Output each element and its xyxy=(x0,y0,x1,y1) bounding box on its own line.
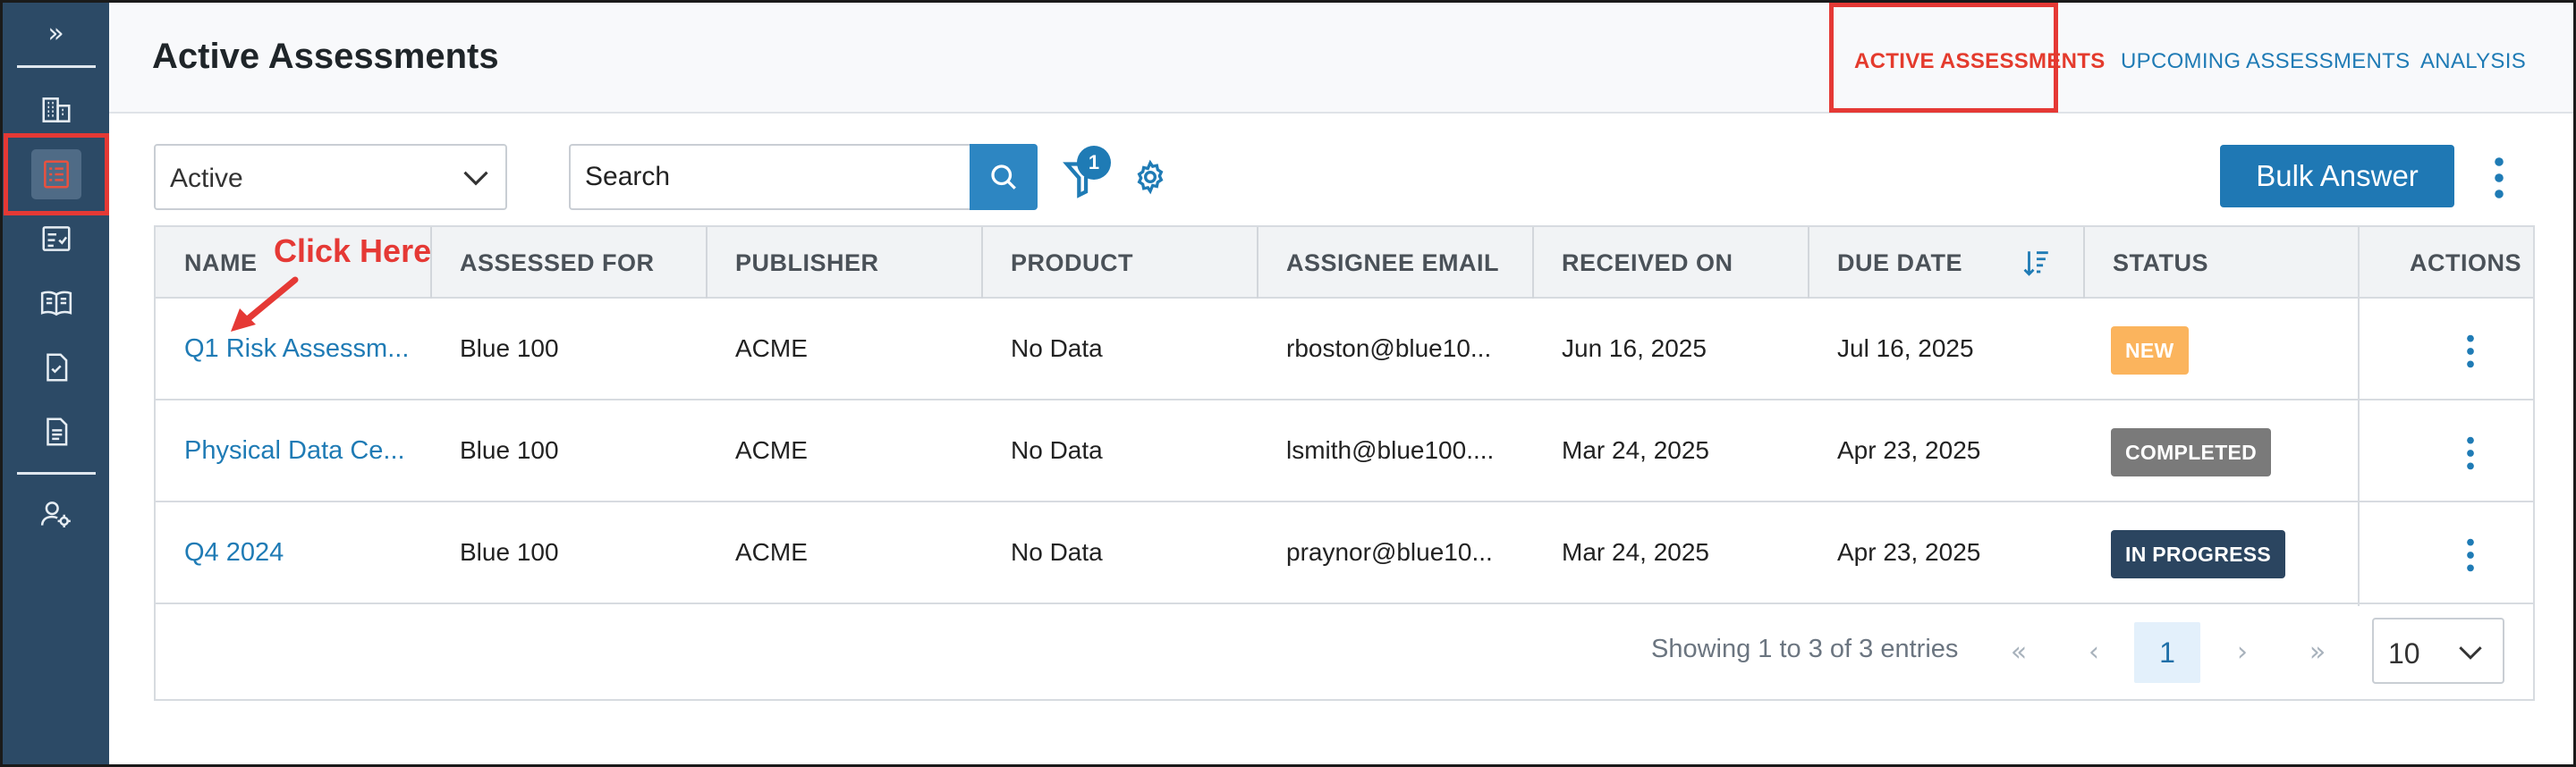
page-title: Active Assessments xyxy=(152,37,499,76)
row-actions-icon[interactable] xyxy=(2463,535,2478,576)
first-page-button[interactable]: « xyxy=(1998,622,2039,683)
assignee-email-cell: praynor@blue10... xyxy=(1286,538,1493,566)
document-check-icon xyxy=(46,353,67,382)
tab-upcoming-assessments[interactable]: UPCOMING ASSESSMENTS xyxy=(2121,49,2410,74)
table-row: Q4 2024 Blue 100 ACME No Data praynor@bl… xyxy=(156,502,2533,604)
received-on-cell: Mar 24, 2025 xyxy=(1562,538,1709,566)
tab-analysis[interactable]: ANALYSIS xyxy=(2420,49,2526,74)
building-icon xyxy=(41,97,71,122)
checklist-icon xyxy=(41,226,71,251)
sidebar: » xyxy=(3,3,109,764)
chevron-down-icon xyxy=(463,171,488,186)
page-size-value: 10 xyxy=(2388,637,2420,670)
column-header-assessed-for[interactable]: ASSESSED FOR xyxy=(431,227,655,299)
sidebar-divider xyxy=(17,472,96,475)
due-date-cell: Apr 23, 2025 xyxy=(1837,538,1981,566)
assessed-for-cell: Blue 100 xyxy=(460,334,559,362)
column-header-product[interactable]: PRODUCT xyxy=(982,227,1133,299)
open-book-icon xyxy=(40,291,72,316)
page-header: Active Assessments ACTIVE ASSESSMENTS UP… xyxy=(109,3,2573,114)
assignee-email-cell: rboston@blue10... xyxy=(1286,334,1492,362)
filter-count-badge: 1 xyxy=(1077,146,1111,180)
column-header-publisher[interactable]: PUBLISHER xyxy=(707,227,879,299)
sidebar-item-organizations[interactable] xyxy=(3,85,109,135)
column-header-due-date[interactable]: DUE DATE xyxy=(1809,227,1962,299)
sidebar-item-tasks[interactable] xyxy=(3,342,109,392)
status-filter-select[interactable]: Active xyxy=(154,144,507,210)
chevron-down-icon xyxy=(2459,646,2482,660)
assessed-for-cell: Blue 100 xyxy=(460,538,559,566)
assignee-email-cell: lsmith@blue100.... xyxy=(1286,436,1495,464)
annotation-arrow-icon xyxy=(231,276,299,332)
expand-sidebar-icon[interactable]: » xyxy=(3,12,109,56)
gear-icon[interactable] xyxy=(1132,159,1168,195)
page-button-current[interactable]: 1 xyxy=(2134,622,2200,683)
status-filter-value: Active xyxy=(170,164,243,193)
status-badge: NEW xyxy=(2111,326,2189,375)
publisher-cell: ACME xyxy=(735,436,808,464)
column-header-status[interactable]: STATUS xyxy=(2084,227,2208,299)
sidebar-highlight-box xyxy=(4,133,109,215)
status-badge: IN PROGRESS xyxy=(2111,530,2286,578)
status-badge: COMPLETED xyxy=(2111,428,2272,476)
row-actions-icon[interactable] xyxy=(2463,331,2478,372)
document-icon xyxy=(46,417,67,446)
row-actions-icon[interactable] xyxy=(2463,433,2478,474)
bulk-answer-button[interactable]: Bulk Answer xyxy=(2220,145,2454,207)
assessment-name-link[interactable]: Q4 2024 xyxy=(156,502,415,603)
publisher-cell: ACME xyxy=(735,538,808,566)
table-header-row: NAME ASSESSED FOR PUBLISHER PRODUCT ASSI… xyxy=(156,227,2533,299)
sidebar-item-library[interactable] xyxy=(3,278,109,328)
next-page-button[interactable]: › xyxy=(2222,622,2263,683)
user-settings-icon xyxy=(40,502,71,528)
more-options-icon[interactable] xyxy=(2490,156,2508,199)
column-header-received-on[interactable]: RECEIVED ON xyxy=(1533,227,1733,299)
sort-descending-icon[interactable] xyxy=(2021,247,2052,279)
click-here-annotation: Click Here xyxy=(274,232,432,269)
last-page-button[interactable]: » xyxy=(2297,622,2338,683)
previous-page-button[interactable]: ‹ xyxy=(2073,622,2114,683)
sidebar-divider xyxy=(17,65,96,68)
due-date-cell: Apr 23, 2025 xyxy=(1837,436,1981,464)
column-header-assignee-email[interactable]: ASSIGNEE EMAIL xyxy=(1258,227,1499,299)
search-icon xyxy=(991,164,1016,190)
column-header-actions: ACTIONS xyxy=(2410,249,2521,276)
product-cell: No Data xyxy=(1011,538,1103,566)
search-input[interactable]: Search xyxy=(569,144,970,210)
received-on-cell: Jun 16, 2025 xyxy=(1562,334,1707,362)
due-date-cell: Jul 16, 2025 xyxy=(1837,334,1974,362)
pagination-summary: Showing 1 to 3 of 3 entries xyxy=(1651,635,1959,663)
assessed-for-cell: Blue 100 xyxy=(460,436,559,464)
sidebar-item-user-settings[interactable] xyxy=(3,489,109,539)
publisher-cell: ACME xyxy=(735,334,808,362)
sidebar-item-documents[interactable] xyxy=(3,407,109,457)
sidebar-item-checklist[interactable] xyxy=(3,214,109,264)
table-row: Physical Data Ce... Blue 100 ACME No Dat… xyxy=(156,400,2533,502)
search-button[interactable] xyxy=(970,144,1038,210)
table-row: Q1 Risk Assessm... Blue 100 ACME No Data… xyxy=(156,299,2533,400)
page-size-select[interactable]: 10 xyxy=(2372,618,2504,684)
received-on-cell: Mar 24, 2025 xyxy=(1562,436,1709,464)
product-cell: No Data xyxy=(1011,436,1103,464)
product-cell: No Data xyxy=(1011,334,1103,362)
assessment-name-link[interactable]: Physical Data Ce... xyxy=(156,400,415,501)
tab-active-assessments[interactable]: ACTIVE ASSESSMENTS xyxy=(1854,49,2106,74)
